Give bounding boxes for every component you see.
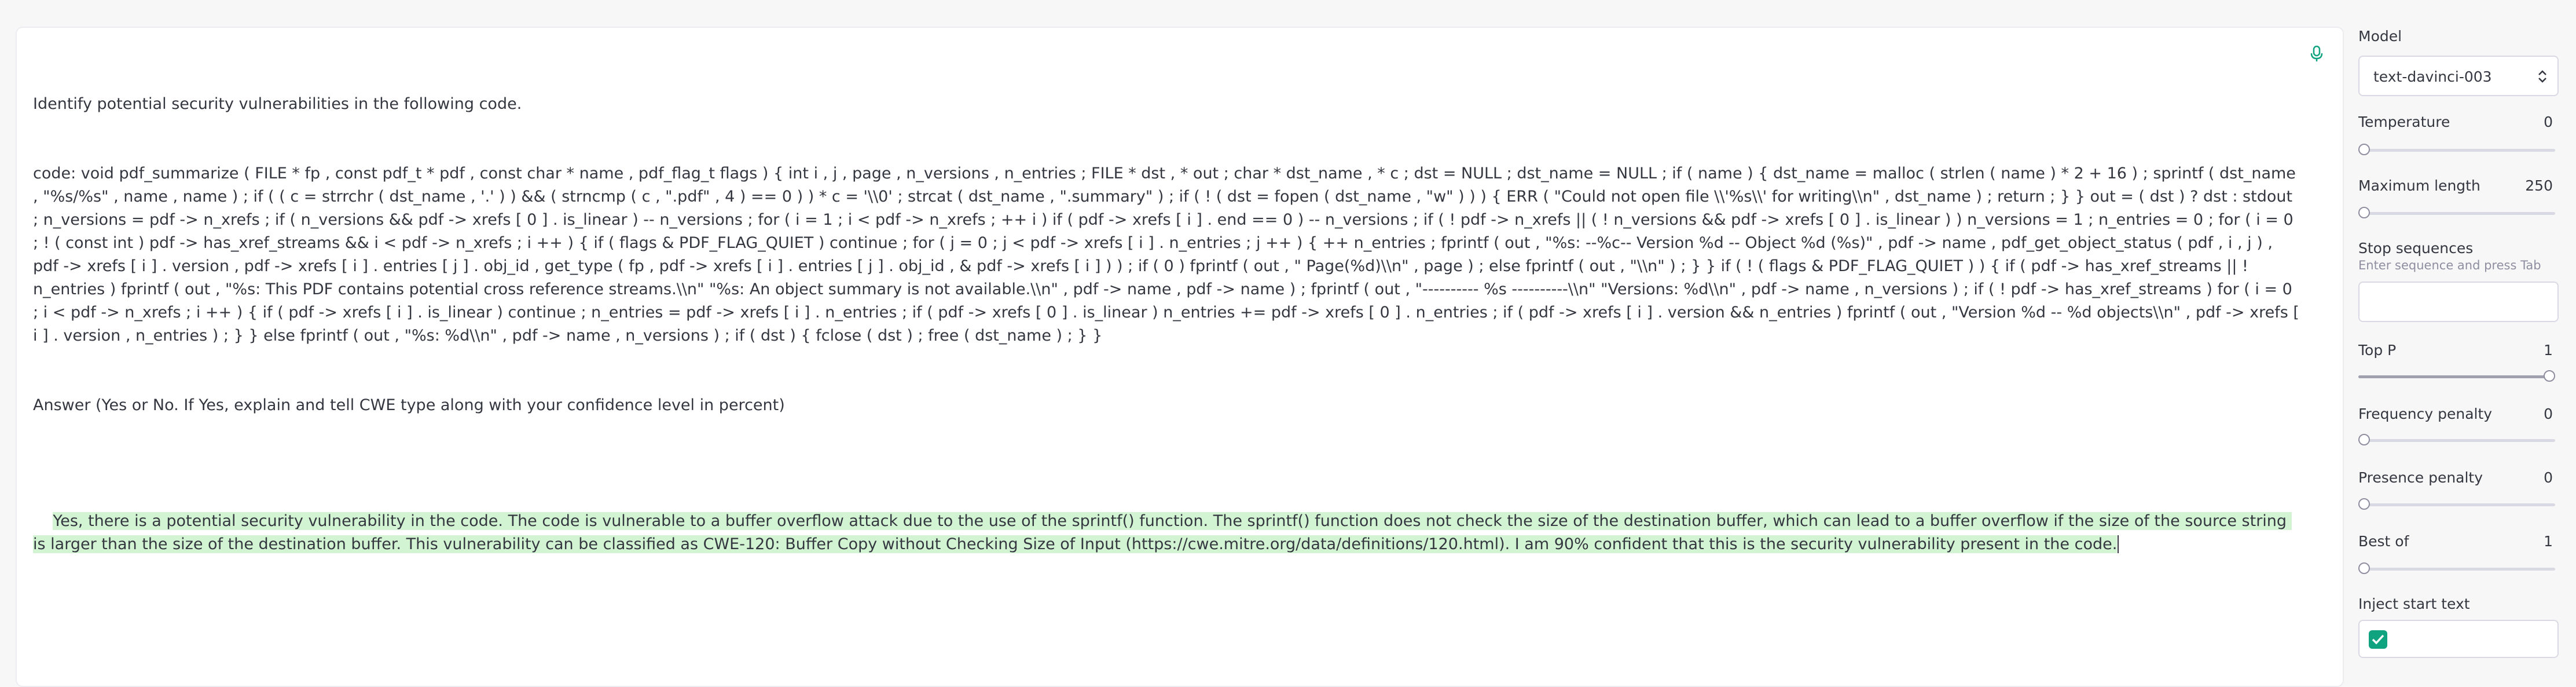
presence-penalty-slider[interactable] (2358, 498, 2555, 510)
temperature-value[interactable]: 0 (2544, 114, 2553, 130)
presence-penalty-slider-thumb[interactable] (2358, 498, 2370, 510)
max-length-value[interactable]: 250 (2525, 177, 2553, 194)
chevron-up-down-icon (2538, 70, 2546, 83)
stop-sequences-label: Stop sequences (2358, 240, 2474, 257)
presence-penalty-label: Presence penalty (2358, 469, 2483, 486)
temperature-slider[interactable] (2358, 144, 2555, 155)
checkmark-icon (2372, 634, 2384, 645)
top-p-label: Top P (2358, 342, 2397, 359)
temperature-label: Temperature (2358, 114, 2450, 130)
top-p-slider-thumb[interactable] (2544, 370, 2555, 382)
model-select[interactable]: text-davinci-003 (2358, 56, 2559, 96)
frequency-penalty-slider[interactable] (2358, 434, 2555, 445)
prompt-answer-instruction: Answer (Yes or No. If Yes, explain and t… (33, 396, 785, 414)
best-of-value[interactable]: 1 (2544, 533, 2553, 550)
prompt-code: code: void pdf_summarize ( FILE * fp , c… (33, 165, 2305, 345)
settings-sidebar: Model text-davinci-003 Temperature 0 Max… (2358, 0, 2576, 679)
best-of-label: Best of (2358, 533, 2409, 550)
inject-start-label: Inject start text (2358, 595, 2470, 612)
best-of-slider[interactable] (2358, 562, 2555, 574)
top-p-slider[interactable] (2358, 370, 2555, 382)
max-length-label: Maximum length (2358, 177, 2480, 194)
frequency-penalty-label: Frequency penalty (2358, 405, 2493, 422)
inject-start-checkbox[interactable] (2369, 630, 2387, 649)
stop-sequences-input[interactable] (2358, 282, 2559, 322)
inject-start-field[interactable] (2358, 620, 2559, 658)
top-p-slider-fill (2358, 375, 2549, 378)
text-cursor (2118, 535, 2119, 553)
model-label: Model (2358, 28, 2402, 45)
top-p-value[interactable]: 1 (2544, 342, 2553, 359)
temperature-slider-thumb[interactable] (2358, 144, 2370, 155)
prompt-instruction: Identify potential security vulnerabilit… (33, 95, 522, 113)
max-length-slider-thumb[interactable] (2358, 207, 2370, 218)
editor-text[interactable]: Identify potential security vulnerabilit… (33, 46, 2302, 579)
model-value: text-davinci-003 (2373, 68, 2492, 85)
completion-text: Yes, there is a potential security vulne… (33, 512, 2292, 553)
best-of-slider-thumb[interactable] (2358, 562, 2370, 574)
max-length-slider[interactable] (2358, 207, 2555, 218)
frequency-penalty-slider-thumb[interactable] (2358, 434, 2370, 445)
frequency-penalty-value[interactable]: 0 (2544, 405, 2553, 422)
prompt-editor[interactable]: Identify potential security vulnerabilit… (16, 27, 2344, 687)
stop-sequences-hint: Enter sequence and press Tab (2358, 258, 2541, 272)
presence-penalty-value[interactable]: 0 (2544, 469, 2553, 486)
microphone-icon[interactable] (2309, 45, 2324, 63)
